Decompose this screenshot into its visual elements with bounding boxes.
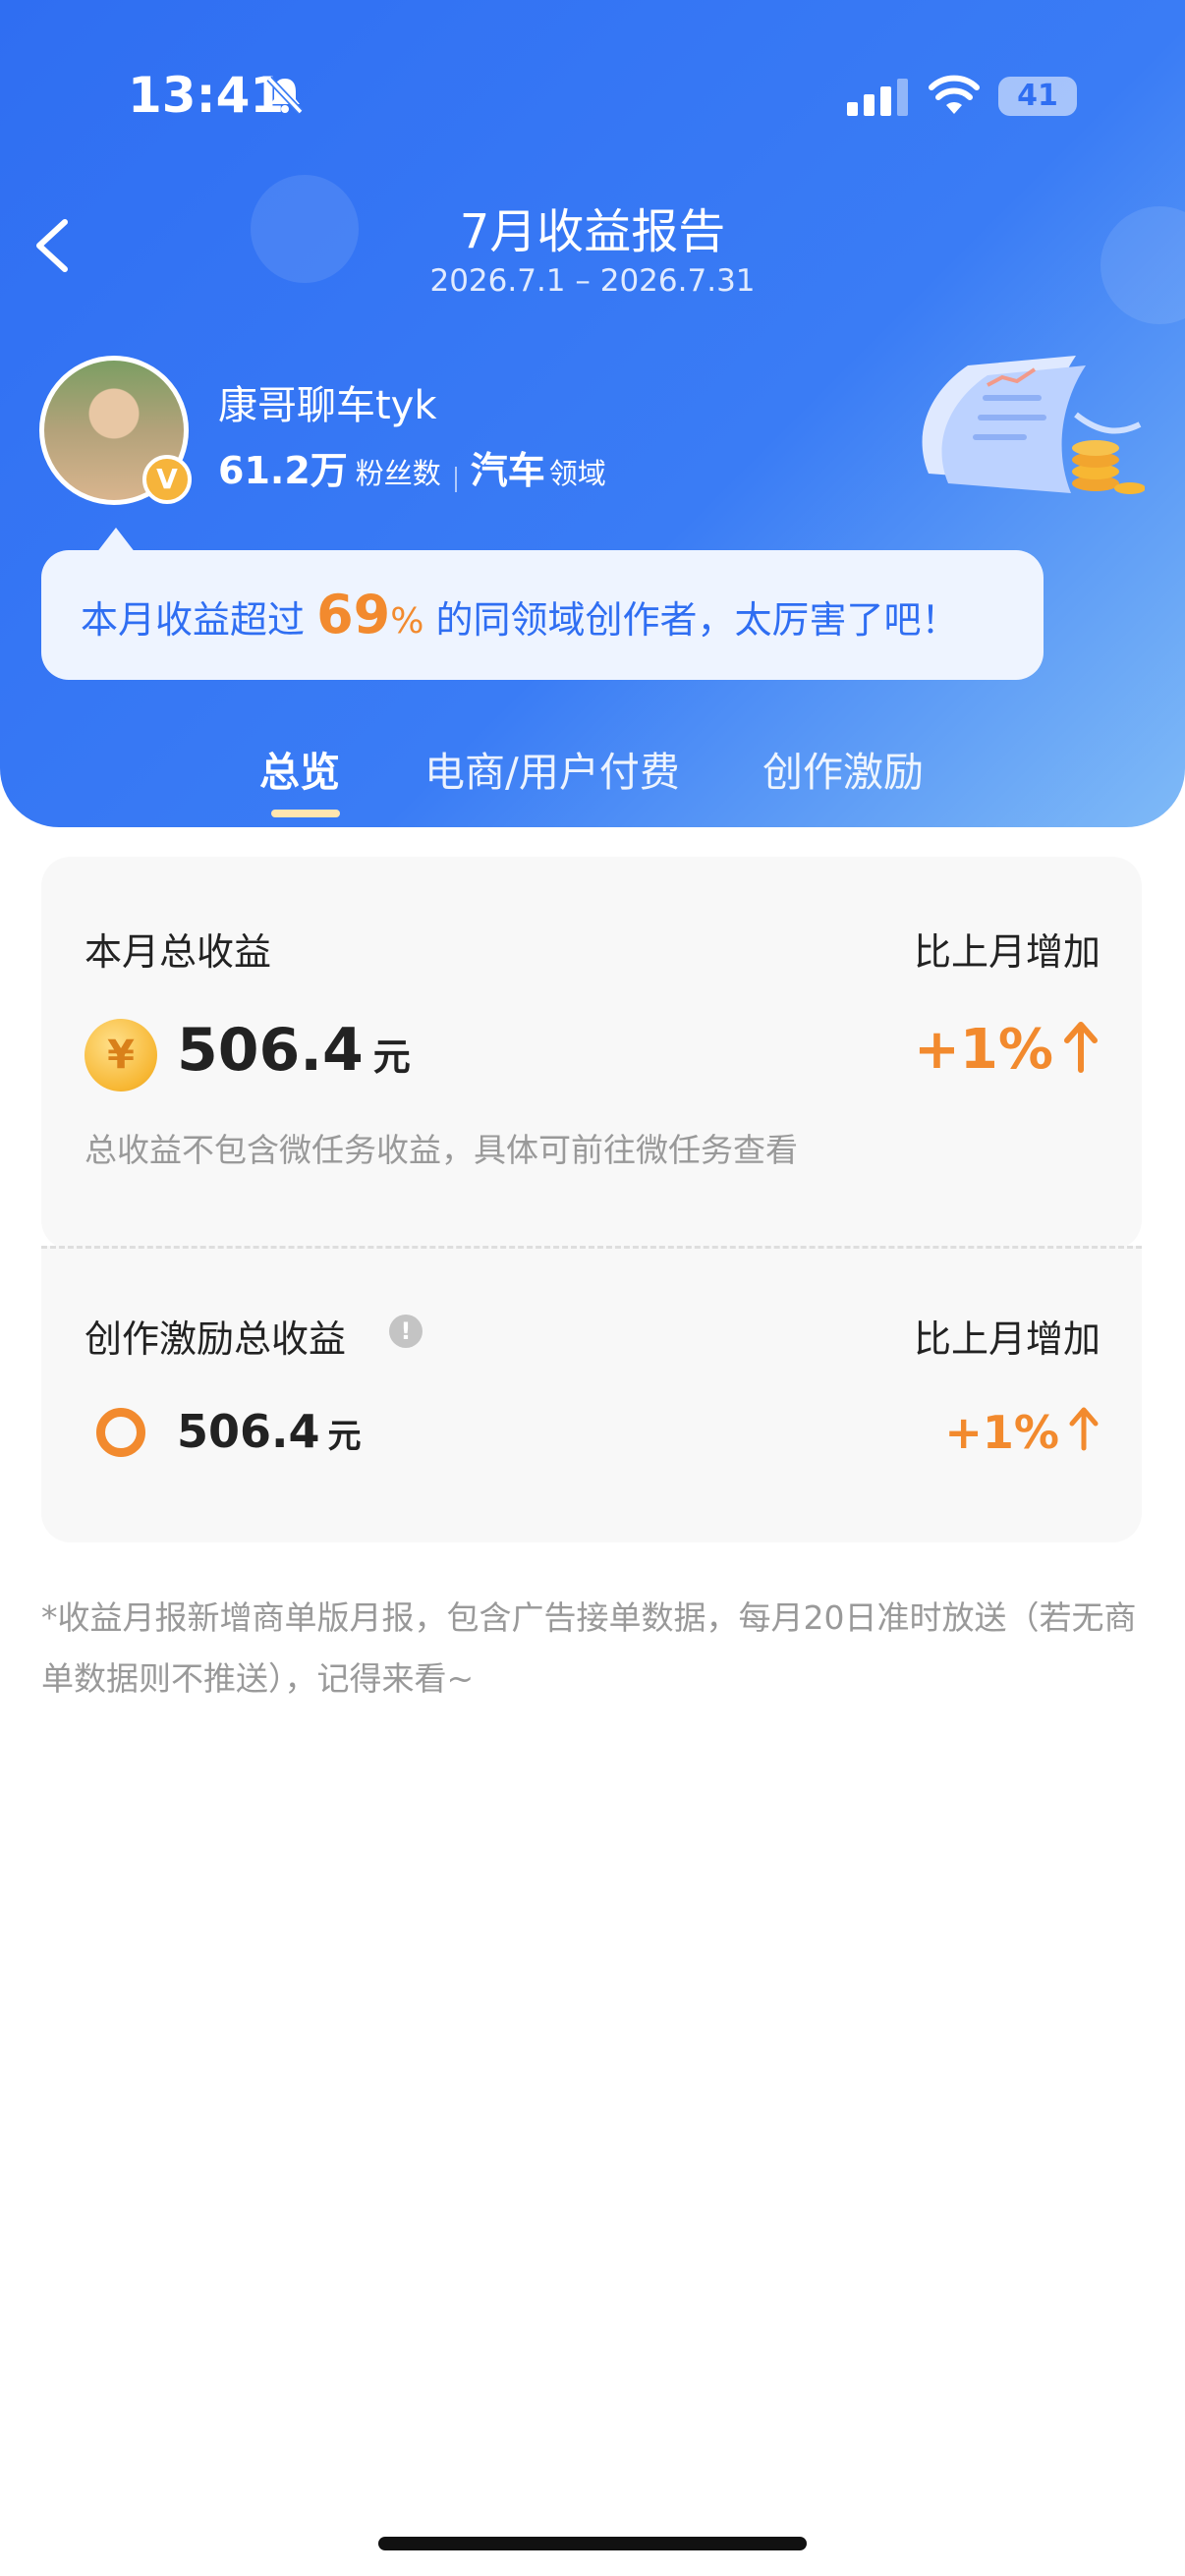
banner-percent: 69 (316, 584, 391, 645)
tab-bar: 总览 电商/用户付费 创作激励 (0, 739, 1185, 817)
bell-muted-icon (266, 76, 304, 115)
ranking-banner: 本月收益超过 69% 的同领域创作者，太厉害了吧！ (41, 550, 1044, 680)
banner-prefix: 本月收益超过 (81, 598, 317, 642)
total-income-compare-label: 比上月增加 (913, 930, 1100, 974)
banner-percent-sign: % (390, 601, 424, 642)
wifi-icon (929, 75, 980, 114)
incentive-income-label: 创作激励总收益 (85, 1317, 347, 1361)
verified-badge-icon: V (142, 455, 192, 504)
arrow-up-icon (1064, 1022, 1098, 1073)
incentive-income-growth-value: +1% (944, 1406, 1059, 1459)
total-income-growth-value: +1% (914, 1018, 1053, 1082)
field-name: 汽车 (470, 449, 545, 492)
fans-count: 61.2万 (218, 449, 348, 492)
date-range: 2026.7.1 – 2026.7.31 (429, 263, 756, 299)
tab-ecommerce-user-payment[interactable]: 电商/用户付费 (424, 739, 680, 798)
incentive-income-compare-label: 比上月增加 (913, 1317, 1100, 1361)
info-icon[interactable]: ! (389, 1315, 423, 1348)
battery-icon: 41 (998, 77, 1077, 116)
active-tab-indicator (271, 810, 340, 817)
page-title: 7月收益报告 (459, 204, 726, 259)
incentive-income-amount: 506.4 元 (177, 1405, 362, 1458)
arrow-up-icon (1069, 1407, 1099, 1451)
receipt-illustration (922, 356, 1145, 494)
total-income-unit: 元 (372, 1036, 411, 1079)
coin-icon: ¥ (85, 1019, 157, 1092)
fans-label: 粉丝数 (355, 457, 441, 490)
signal-icon (847, 79, 908, 116)
tab-creation-incentive[interactable]: 创作激励 (762, 739, 924, 798)
divider (454, 466, 457, 492)
incentive-income-value: 506.4 (177, 1405, 320, 1458)
total-income-amount: 506.4 元 (177, 1016, 411, 1085)
footnote: *收益月报新增商单版月报，包含广告接单数据，每月20日准时放送（若无商单数据则不… (41, 1598, 1137, 1698)
home-indicator (378, 2537, 807, 2550)
status-bar: 13:41 41 (0, 0, 1185, 187)
banner-suffix: 的同领域创作者，太厉害了吧！ (423, 598, 959, 642)
status-time: 13:41 (128, 67, 285, 124)
username: 康哥聊车tyk (218, 383, 437, 428)
total-income-value: 506.4 (177, 1016, 364, 1085)
total-income-growth: +1% (914, 1018, 1100, 1082)
profile-stats: 61.2万 粉丝数 汽车 领域 (218, 440, 606, 494)
incentive-income-card (41, 1246, 1142, 1542)
incentive-income-unit: 元 (327, 1417, 362, 1456)
report-header: 13:41 41 7月收益报告 2026.7.1 – 2026.7.31 V 康… (0, 0, 1185, 827)
ring-icon (96, 1408, 145, 1457)
total-income-label: 本月总收益 (85, 930, 272, 974)
incentive-income-growth: +1% (944, 1405, 1100, 1459)
dashed-divider (41, 1246, 1142, 1249)
total-income-note: 总收益不包含微任务收益，具体可前往微任务查看 (85, 1131, 798, 1169)
tab-overview[interactable]: 总览 (259, 739, 340, 798)
field-label: 领域 (548, 457, 606, 490)
